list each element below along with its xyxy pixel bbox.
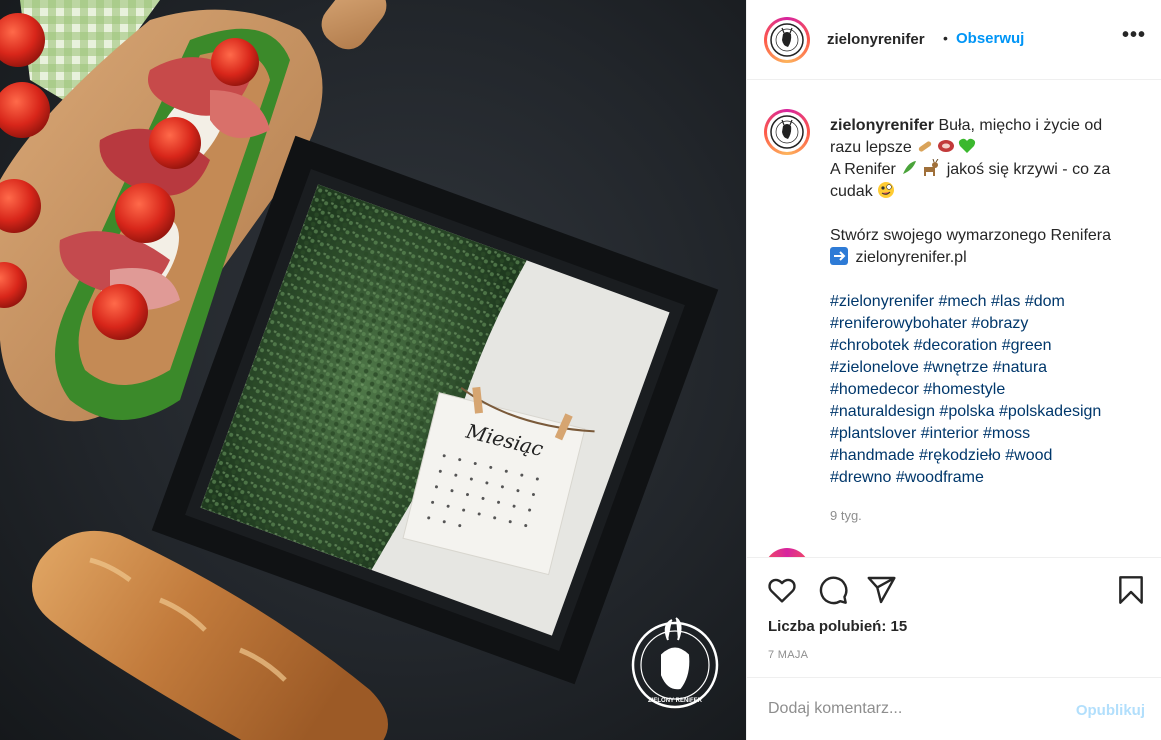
post-date: 7 MAJA [768, 649, 809, 661]
likes-count[interactable]: Liczba polubień: 15 [768, 618, 907, 635]
separator-dot: • [943, 30, 948, 46]
hashtag[interactable]: #homestyle [923, 381, 1005, 398]
hashtag[interactable]: #green [1002, 337, 1052, 354]
zany-face-emoji [878, 182, 895, 198]
hashtag[interactable]: #polskadesign [999, 403, 1101, 420]
hashtag[interactable]: #naturaldesign [830, 403, 935, 420]
hashtag[interactable]: #natura [993, 359, 1047, 376]
hashtag[interactable]: #plantslover [830, 425, 916, 442]
hashtag-list: #zielonyrenifer #mech #las #dom #renifer… [830, 291, 1130, 489]
green-heart-emoji [959, 138, 976, 153]
more-options-icon[interactable]: ••• [1122, 24, 1146, 47]
hashtag[interactable]: #drewno [830, 469, 891, 486]
heart-icon[interactable] [766, 574, 798, 606]
bookmark-icon[interactable] [1115, 574, 1147, 606]
hashtag[interactable]: #obrazy [971, 315, 1028, 332]
post-username[interactable]: zielonyrenifer [827, 31, 925, 48]
hashtag[interactable]: #mech [939, 293, 987, 310]
comment-icon[interactable] [817, 574, 849, 606]
hashtag[interactable]: #decoration [914, 337, 998, 354]
deer-logo-icon [770, 115, 804, 149]
hashtag[interactable]: #handmade [830, 447, 915, 464]
hashtag[interactable]: #zielonyrenifer [830, 293, 934, 310]
avatar[interactable] [764, 17, 810, 63]
hashtag[interactable]: #reniferowybohater [830, 315, 967, 332]
post-photo[interactable]: Miesiąc ZIELONY RENIFER [0, 0, 746, 740]
bread-emoji [919, 141, 932, 152]
hashtag[interactable]: #rękodzieło [919, 447, 1001, 464]
logo-text: ZIELONY RENIFER [648, 698, 703, 704]
comment-input[interactable] [768, 698, 1058, 720]
add-comment-bar: Opublikuj [747, 678, 1161, 740]
post-header: zielonyrenifer • Obserwuj ••• [747, 0, 1161, 80]
post-actions: Liczba polubień: 15 7 MAJA [747, 558, 1161, 678]
share-icon[interactable] [865, 574, 897, 606]
follow-button[interactable]: Obserwuj [956, 30, 1024, 47]
caption-line-3b: zielonyrenifer.pl [855, 249, 967, 266]
hashtag[interactable]: #woodframe [896, 469, 984, 486]
post-image: Miesiąc ZIELONY RENIFER [0, 0, 719, 740]
hashtag[interactable]: #moss [983, 425, 1030, 442]
caption-line-3a: Stwórz swojego wymarzonego Renifera [830, 227, 1112, 244]
next-comment-avatar[interactable] [764, 548, 810, 557]
hashtag[interactable]: #homedecor [830, 381, 919, 398]
comments-section: zielonyrenifer Buła, mięcho i życie od r… [747, 80, 1161, 558]
deer-logo-icon [770, 23, 804, 57]
meat-emoji [938, 140, 955, 152]
caption-username[interactable]: zielonyrenifer [830, 117, 934, 134]
hashtag[interactable]: #wnętrze [923, 359, 988, 376]
post-caption: zielonyrenifer Buła, mięcho i życie od r… [830, 115, 1130, 489]
hashtag[interactable]: #dom [1025, 293, 1065, 310]
caption-time-ago[interactable]: 9 tyg. [830, 508, 862, 523]
post-side-panel: zielonyrenifer • Obserwuj ••• zielonyren… [746, 0, 1161, 740]
hashtag[interactable]: #las [991, 293, 1020, 310]
deer-emoji [924, 159, 939, 176]
hashtag[interactable]: #polska [939, 403, 994, 420]
brand-logo: ZIELONY RENIFER [631, 617, 719, 709]
hashtag[interactable]: #wood [1005, 447, 1052, 464]
herb-emoji [903, 161, 917, 174]
hashtag[interactable]: #zielonelove [830, 359, 919, 376]
publish-button[interactable]: Opublikuj [1076, 702, 1145, 719]
hashtag[interactable]: #chrobotek [830, 337, 909, 354]
hashtag[interactable]: #interior [921, 425, 979, 442]
caption-line-2a: A Renifer [830, 161, 896, 178]
caption-avatar[interactable] [764, 109, 810, 155]
right-arrow-emoji [830, 247, 848, 265]
